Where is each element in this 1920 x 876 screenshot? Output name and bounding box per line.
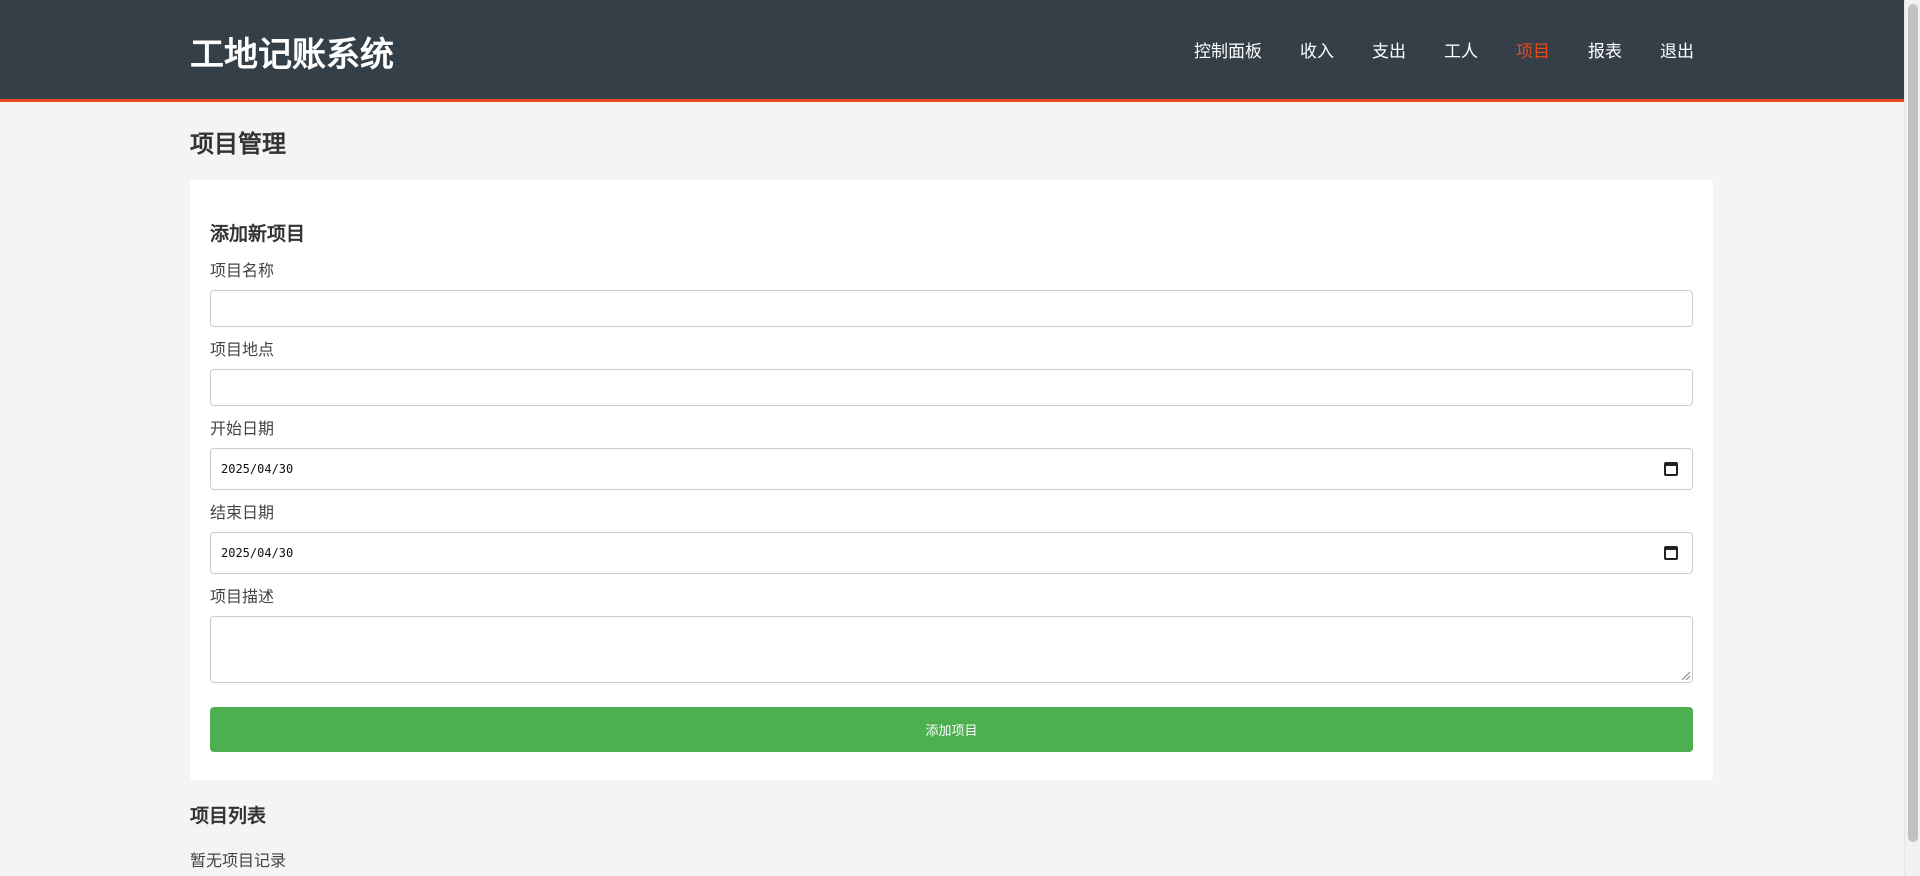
project-list-title: 项目列表 xyxy=(190,805,267,827)
add-project-title: 添加新项目 xyxy=(210,223,306,245)
nav-item-expense[interactable]: 支出 xyxy=(1372,40,1406,64)
calendar-icon[interactable] xyxy=(1664,462,1678,476)
page: 工地记账系统 控制面板 收入 支出 工人 项目 报表 退出 项目管理 添加新项目… xyxy=(0,0,1920,876)
vertical-scrollbar[interactable] xyxy=(1904,0,1920,876)
start-date-value: 2025/04/30 xyxy=(221,462,294,476)
nav-item-dashboard[interactable]: 控制面板 xyxy=(1194,40,1262,64)
empty-list-message: 暂无项目记录 xyxy=(190,851,287,870)
add-project-button[interactable]: 添加项目 xyxy=(210,707,1693,752)
project-name-label: 项目名称 xyxy=(210,261,275,280)
project-name-input[interactable] xyxy=(210,290,1693,327)
nav-item-reports[interactable]: 报表 xyxy=(1588,40,1622,64)
end-date-value: 2025/04/30 xyxy=(221,546,294,560)
nav-item-income[interactable]: 收入 xyxy=(1300,40,1334,64)
main-content: 项目管理 添加新项目 项目名称 项目地点 开始日期 2025/04/30 结束日… xyxy=(190,102,1713,872)
end-date-label: 结束日期 xyxy=(210,503,275,522)
nav-item-logout[interactable]: 退出 xyxy=(1660,40,1694,64)
nav-item-projects[interactable]: 项目 xyxy=(1516,40,1550,64)
scrollbar-thumb[interactable] xyxy=(1908,4,1918,842)
resize-grip-icon[interactable] xyxy=(1682,672,1690,680)
top-header: 工地记账系统 控制面板 收入 支出 工人 项目 报表 退出 xyxy=(0,0,1904,102)
project-location-label: 项目地点 xyxy=(210,340,275,359)
page-title: 项目管理 xyxy=(190,130,286,158)
brand-title[interactable]: 工地记账系统 xyxy=(190,33,394,77)
project-description-label: 项目描述 xyxy=(210,587,275,606)
nav-item-workers[interactable]: 工人 xyxy=(1444,40,1478,64)
main-nav: 控制面板 收入 支出 工人 项目 报表 退出 xyxy=(1156,40,1694,64)
project-description-textarea[interactable] xyxy=(210,616,1693,683)
start-date-input[interactable]: 2025/04/30 xyxy=(210,448,1693,490)
end-date-input[interactable]: 2025/04/30 xyxy=(210,532,1693,574)
start-date-label: 开始日期 xyxy=(210,419,275,438)
add-project-card: 添加新项目 项目名称 项目地点 开始日期 2025/04/30 结束日期 202… xyxy=(190,180,1713,780)
calendar-icon[interactable] xyxy=(1664,546,1678,560)
project-location-input[interactable] xyxy=(210,369,1693,406)
